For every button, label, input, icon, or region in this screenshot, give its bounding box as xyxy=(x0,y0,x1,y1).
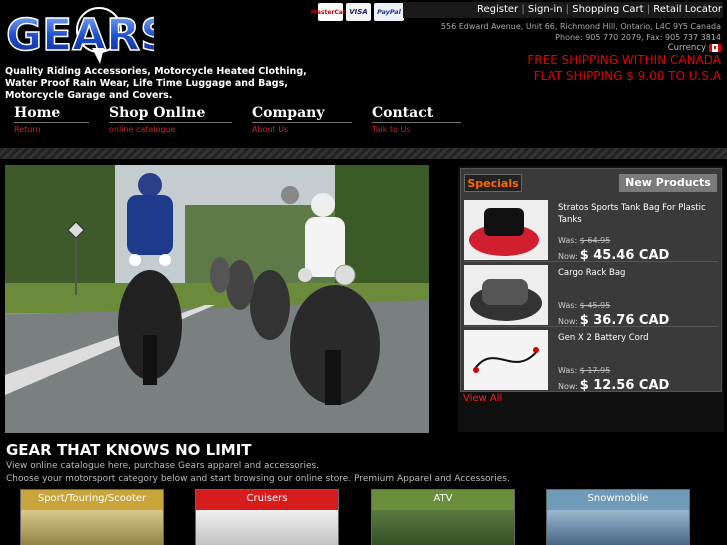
product-was-price: Was: $ 17.95 xyxy=(558,366,611,375)
page: { "header": { "logo_text": "GEARS", "tag… xyxy=(0,0,727,545)
phone-line: Phone: 905 770 2079, Fax: 905 737 3814 xyxy=(555,33,721,42)
decorative-stripe xyxy=(0,148,727,159)
nav-contact[interactable]: Contact Talk to Us xyxy=(372,105,461,134)
nav-company-sub: About Us xyxy=(252,125,289,134)
product-name[interactable]: Stratos Sports Tank Bag For Plastic Tank… xyxy=(558,202,708,226)
shopping-cart-link[interactable]: Shopping Cart xyxy=(572,4,643,15)
product-name[interactable]: Gen X 2 Battery Cord xyxy=(558,332,708,344)
section-title: GEAR THAT KNOWS NO LIMIT xyxy=(6,441,252,459)
gears-logo[interactable]: GEARS xyxy=(4,4,173,66)
category-image xyxy=(372,510,514,545)
nav-home[interactable]: Home Return xyxy=(14,105,89,134)
logo-text: GEARS xyxy=(6,10,154,61)
product-was-price: Was: $ 64.95 xyxy=(558,236,611,245)
retail-locator-link[interactable]: Retail Locator xyxy=(653,4,722,15)
tank-bag-image[interactable] xyxy=(464,200,548,260)
section-description: View online catalogue here, purchase Gea… xyxy=(6,460,726,486)
category-label: ATV xyxy=(372,490,514,510)
product-name[interactable]: Cargo Rack Bag xyxy=(558,267,708,279)
nav-company-title: Company xyxy=(252,105,352,123)
battery-cord-image[interactable] xyxy=(464,330,548,390)
tab-specials[interactable]: Specials xyxy=(464,174,522,192)
canada-flag-icon[interactable] xyxy=(709,44,721,52)
category-image xyxy=(21,510,163,545)
nav-contact-title: Contact xyxy=(372,105,461,123)
nav-home-title: Home xyxy=(14,105,89,123)
main-nav: Home Return Shop Online online catalogue… xyxy=(0,101,727,147)
specials-panel: Specials New Products Stratos Sports Tan… xyxy=(458,166,724,432)
address-line: 556 Edward Avenue, Unit 66, Richmond Hil… xyxy=(440,22,721,31)
product-now-price: Now: $ 45.46 CAD xyxy=(558,248,670,263)
nav-company[interactable]: Company About Us xyxy=(252,105,352,134)
category-label: Cruisers xyxy=(196,490,338,510)
special-product-3[interactable]: Gen X 2 Battery Cord Was: $ 17.95 Now: $ … xyxy=(464,328,718,393)
special-product-2[interactable]: Cargo Rack Bag Was: $ 45.95 Now: $ 36.76 … xyxy=(464,263,718,328)
category-cruisers[interactable]: Cruisers xyxy=(195,489,339,545)
register-link[interactable]: Register xyxy=(477,4,518,15)
payment-methods: MasterCard VISA PayPal xyxy=(311,3,404,21)
free-shipping-notice: FREE SHIPPING WITHIN CANADA xyxy=(527,53,721,67)
store-address: 556 Edward Avenue, Unit 66, Richmond Hil… xyxy=(381,21,721,43)
sign-in-link[interactable]: Sign-in xyxy=(528,4,563,15)
tab-new-products[interactable]: New Products xyxy=(619,174,717,192)
mastercard-icon: MasterCard xyxy=(311,3,350,21)
flat-shipping-notice: FLAT SHIPPING $ 9.00 TO U.S.A xyxy=(533,69,721,83)
product-was-price: Was: $ 45.95 xyxy=(558,301,611,310)
nav-contact-sub: Talk to Us xyxy=(372,125,411,134)
category-label: Sport/Touring/Scooter xyxy=(21,490,163,510)
category-sport-touring-scooter[interactable]: Sport/Touring/Scooter xyxy=(20,489,164,545)
site-tagline: Quality Riding Accessories, Motorcycle H… xyxy=(5,66,307,101)
description-line-2: Choose your motorsport category below an… xyxy=(6,474,510,484)
nav-shop-sub: online catalogue xyxy=(109,125,176,134)
special-product-1[interactable]: Stratos Sports Tank Bag For Plastic Tank… xyxy=(464,198,718,263)
product-now-price: Now: $ 36.76 CAD xyxy=(558,313,670,328)
currency-label: Currency xyxy=(667,43,706,53)
nav-home-sub: Return xyxy=(14,125,41,134)
nav-shop-title: Shop Online xyxy=(109,105,232,123)
visa-icon: VISA xyxy=(346,3,371,21)
nav-shop-online[interactable]: Shop Online online catalogue xyxy=(109,105,232,134)
category-image xyxy=(196,510,338,545)
account-links: Register | Sign-in | Shopping Cart | Ret… xyxy=(403,2,723,18)
paypal-icon: PayPal xyxy=(374,3,404,21)
view-all-link[interactable]: View All xyxy=(463,393,502,404)
category-atv[interactable]: ATV xyxy=(371,489,515,545)
product-now-price: Now: $ 12.56 CAD xyxy=(558,378,670,393)
description-line-1: View online catalogue here, purchase Gea… xyxy=(6,461,320,471)
hero-motorcycle-image xyxy=(5,165,429,433)
specials-list: Specials New Products Stratos Sports Tan… xyxy=(460,168,722,393)
category-snowmobile[interactable]: Snowmobile xyxy=(546,489,690,545)
category-label: Snowmobile xyxy=(547,490,689,510)
cargo-rack-bag-image[interactable] xyxy=(464,265,548,325)
category-image xyxy=(547,510,689,545)
currency-selector[interactable]: Currency xyxy=(668,43,721,53)
